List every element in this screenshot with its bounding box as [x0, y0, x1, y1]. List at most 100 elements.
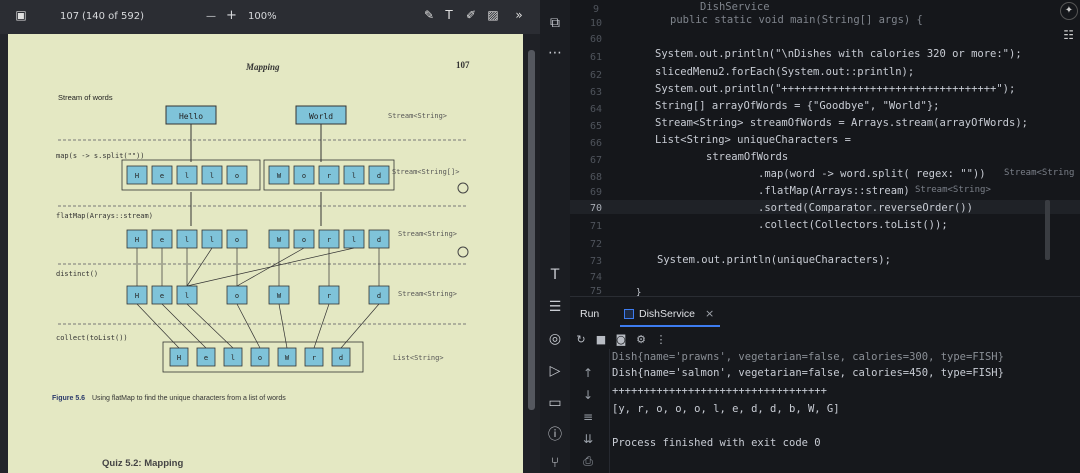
git-icon[interactable]: ⑂ — [546, 454, 564, 472]
letter-text: H — [135, 292, 139, 300]
op-collect-label: collect(toList()) — [56, 334, 128, 342]
problems-icon[interactable]: ⓘ — [546, 426, 564, 444]
terminal-icon[interactable]: ▭ — [546, 394, 564, 412]
database-icon[interactable]: ☷ — [1063, 28, 1074, 42]
sidebar-toggle-icon[interactable]: ▣ — [14, 8, 28, 22]
letter-text: l — [210, 236, 214, 244]
run-icon[interactable]: ▷ — [546, 362, 564, 380]
highlight-icon[interactable]: ✎ — [422, 8, 436, 22]
arrow-down-icon[interactable]: ↓ — [580, 387, 596, 403]
pdf-scroll-thumb[interactable] — [528, 50, 535, 410]
settings-icon[interactable]: ⚙ — [634, 333, 648, 347]
layers-icon[interactable]: ☰ — [546, 298, 564, 316]
letter-text: e — [160, 236, 164, 244]
letter-text: o — [235, 236, 239, 244]
zoom-out-button[interactable]: — — [206, 11, 216, 22]
draw-icon[interactable]: ✐ — [464, 8, 478, 22]
code-editor[interactable]: 9 10 60 61 62 63 64 65 66 67 68 69 70 71… — [570, 0, 1080, 298]
flow-arrow — [236, 303, 261, 349]
screenshot: ▣ 107 (140 of 592) — + 100% ✎ T ✐ ▨ » Ma… — [0, 0, 1080, 473]
op-flatmap-label: flatMap(Arrays::stream) — [56, 212, 153, 220]
sad-face-icon — [457, 182, 469, 194]
letter-text: r — [312, 354, 316, 362]
tab-dishservice[interactable]: DishService × — [620, 301, 720, 327]
type-hint-68: Stream<String — [1004, 168, 1075, 178]
page-number-field[interactable]: 107 — [60, 11, 79, 22]
line-number: 69 — [589, 187, 603, 198]
letter-text: r — [327, 292, 331, 300]
print-icon[interactable]: ⎙ — [580, 453, 596, 469]
editor-scrollbar[interactable] — [1045, 200, 1050, 260]
tab-dishservice-label: DishService — [639, 308, 696, 320]
zoom-level[interactable]: 100% — [248, 11, 277, 22]
flow-arrow — [313, 303, 330, 349]
flatmap-figure: Mapping 107 Stream of words Hello World … — [52, 60, 470, 469]
line-number: 68 — [589, 172, 603, 183]
image-icon[interactable]: ▨ — [486, 8, 500, 22]
letter-text: r — [327, 236, 331, 244]
more-tools-icon[interactable]: » — [512, 8, 526, 22]
output-line: Dish{name='prawns', vegetarian=false, ca… — [612, 351, 1004, 363]
run-tab[interactable]: Run — [580, 308, 599, 320]
kebab-menu-icon[interactable]: ⋮ — [654, 333, 668, 347]
line-number: 65 — [589, 121, 603, 132]
letter-text: e — [160, 292, 164, 300]
snapshot-icon[interactable]: ◙ — [614, 333, 628, 347]
flow-arrow — [136, 303, 180, 349]
world-text: World — [309, 112, 333, 121]
output-line: Process finished with exit code 0 — [612, 437, 821, 449]
soft-wrap-icon[interactable]: ≡ — [580, 409, 596, 425]
letter-text: o — [302, 172, 306, 180]
line-number: 60 — [589, 34, 603, 45]
ai-assistant-icon[interactable]: ✦ — [1060, 2, 1078, 20]
run-tabs: Run DishService × — [570, 297, 1080, 329]
letter-text: r — [327, 172, 331, 180]
rerun-icon[interactable]: ↻ — [574, 333, 588, 347]
letter-text: e — [160, 172, 164, 180]
stop-icon[interactable]: ■ — [594, 333, 608, 347]
line-number: 10 — [589, 18, 603, 29]
services-icon[interactable]: ◎ — [546, 330, 564, 348]
app-config-icon — [624, 309, 634, 319]
letter-text: H — [135, 236, 139, 244]
type-label-2: Stream<String[]> — [392, 168, 459, 176]
quiz-title: Quiz 5.2: Mapping — [102, 458, 183, 469]
type-hint-69: Stream<String> — [915, 185, 991, 195]
zoom-in-button[interactable]: + — [226, 8, 237, 23]
flow-arrow — [340, 303, 380, 349]
stream-of-words-label: Stream of words — [58, 93, 113, 102]
line-number: 70 — [589, 203, 603, 214]
letter-text: l — [352, 172, 356, 180]
arrow-up-icon[interactable]: ↑ — [580, 365, 596, 381]
letter-text: e — [204, 354, 208, 362]
run-side-toolbar: ↑ ↓ ≡ ⇊ ⎙ — [570, 349, 610, 473]
text-icon[interactable]: T — [546, 266, 564, 284]
pdf-scrollbar[interactable] — [523, 34, 540, 473]
page-count-label: (140 of 592) — [82, 11, 144, 22]
output-line: ++++++++++++++++++++++++++++++++++ — [612, 385, 827, 397]
line-number: 72 — [589, 239, 603, 250]
code-line-10: public static void main(String[] args) { — [670, 14, 923, 26]
letter-text: d — [377, 236, 381, 244]
more-icon[interactable]: ⋯ — [546, 44, 564, 62]
letter-text: d — [339, 354, 343, 362]
text-tool-icon[interactable]: T — [442, 8, 456, 22]
scroll-end-icon[interactable]: ⇊ — [580, 431, 596, 447]
op-distinct-label: distinct() — [56, 270, 98, 278]
letter-text: l — [231, 354, 235, 362]
hello-text: Hello — [179, 112, 203, 121]
code-line-63: System.out.println("++++++++++++++++++++… — [655, 83, 1016, 95]
line-number: 64 — [589, 104, 603, 115]
close-icon[interactable]: × — [705, 307, 714, 320]
pdf-page: Mapping 107 Stream of words Hello World … — [8, 34, 523, 473]
output-line: Dish{name='salmon', vegetarian=false, ca… — [612, 367, 1004, 379]
code-line-67: streamOfWords — [706, 151, 789, 163]
letter-text: o — [258, 354, 262, 362]
breadcrumb-class[interactable]: DishService — [700, 1, 770, 13]
structure-icon[interactable]: ⧉ — [546, 14, 564, 32]
letter-text: d — [377, 292, 381, 300]
type-label-4: Stream<String> — [398, 290, 457, 298]
code-line-65: Stream<String> streamOfWords = Arrays.st… — [655, 117, 1028, 129]
line-number: 63 — [589, 87, 603, 98]
page-number: 107 — [456, 60, 470, 70]
